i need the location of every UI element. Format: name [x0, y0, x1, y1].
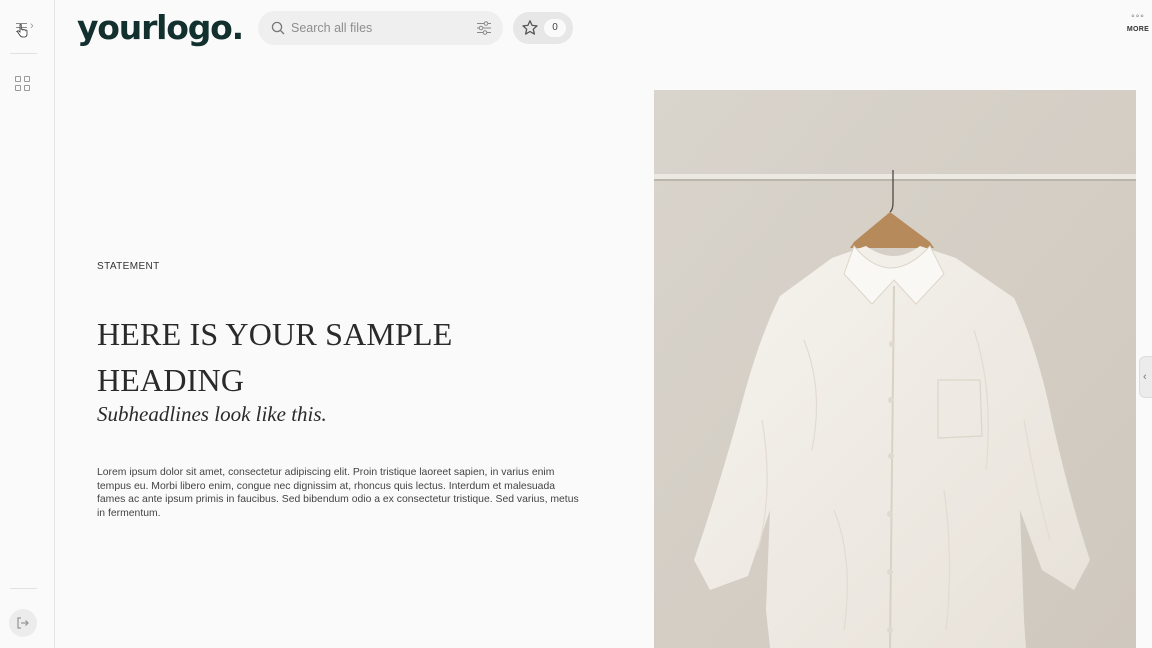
search-input[interactable] — [291, 11, 466, 45]
hand-cursor-icon — [16, 24, 28, 38]
side-panel-toggle[interactable]: ‹ — [1139, 356, 1152, 398]
chevron-right-icon: › — [30, 20, 34, 32]
chevron-left-icon: ‹ — [1143, 371, 1147, 383]
logout-icon — [17, 617, 29, 629]
rail-divider — [10, 53, 37, 54]
grid-icon-cell — [24, 85, 30, 91]
body-paragraph: Lorem ipsum dolor sit amet, consectetur … — [97, 467, 579, 520]
search-bar — [258, 11, 503, 45]
left-rail: › — [0, 0, 55, 648]
shirt-illustration — [654, 90, 1136, 648]
star-icon — [522, 20, 538, 35]
section-eyebrow: STATEMENT — [97, 261, 160, 272]
shirt-photo — [654, 90, 1136, 648]
favorites-button[interactable]: 0 — [513, 12, 573, 44]
logout-button[interactable] — [9, 609, 37, 637]
more-label: MORE — [1126, 26, 1150, 33]
brand-logo[interactable]: yourlogo. — [77, 8, 244, 47]
rail-divider — [10, 588, 37, 589]
filter-sliders-icon[interactable] — [476, 20, 492, 36]
grid-view-button[interactable] — [15, 76, 31, 92]
grid-icon — [15, 76, 21, 82]
grid-icon-cell — [24, 76, 30, 82]
ellipsis-icon: ◦◦◦ — [1131, 11, 1145, 22]
grid-icon-cell — [15, 85, 21, 91]
more-menu-button[interactable]: ◦◦◦ MORE — [1124, 10, 1152, 46]
page-subheading: Subheadlines look like this. — [97, 402, 327, 426]
favorites-count-badge: 0 — [544, 19, 566, 37]
search-icon — [271, 21, 285, 35]
page-heading: HERE IS YOUR SAMPLE HEADING — [97, 316, 453, 398]
